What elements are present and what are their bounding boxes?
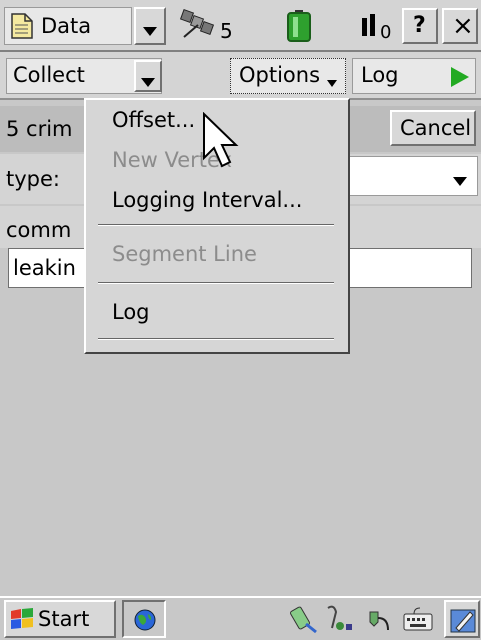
windows-flag-icon xyxy=(10,608,34,634)
chevron-down-icon xyxy=(453,171,467,190)
close-button[interactable]: × xyxy=(442,8,478,44)
document-icon xyxy=(11,13,33,39)
menu-separator xyxy=(98,282,334,284)
chevron-down-icon xyxy=(143,21,157,40)
options-label: Options xyxy=(239,63,321,87)
menu-item-offset[interactable]: Offset... xyxy=(112,110,195,131)
options-menu-button[interactable]: Options xyxy=(230,58,346,94)
menu-item-logging-interval[interactable]: Logging Interval... xyxy=(112,190,302,211)
menu-separator xyxy=(98,224,334,226)
battery-icon[interactable] xyxy=(286,10,312,42)
mouse-cursor-icon xyxy=(202,111,242,174)
signal-bars-icon xyxy=(362,14,376,40)
chevron-down-icon xyxy=(141,72,155,91)
cancel-button[interactable]: Cancel xyxy=(390,110,476,146)
log-label: Log xyxy=(361,63,399,87)
start-label: Start xyxy=(38,607,90,631)
menu-item-log[interactable]: Log xyxy=(112,302,150,323)
signal-status[interactable]: 0 xyxy=(360,8,396,44)
chevron-down-icon xyxy=(327,72,337,91)
input-panel-button[interactable] xyxy=(444,600,480,638)
app-menu-button[interactable]: Data xyxy=(4,7,132,45)
collect-dropdown-button[interactable] xyxy=(134,60,162,92)
help-label: ? xyxy=(413,13,426,38)
feature-header-text: 5 crim xyxy=(6,117,73,141)
keyboard-icon[interactable] xyxy=(402,606,434,636)
help-button[interactable]: ? xyxy=(402,8,438,44)
connectivity-button[interactable] xyxy=(122,600,166,638)
log-button[interactable]: Log xyxy=(352,58,476,94)
satellite-status[interactable]: 5 xyxy=(178,7,244,45)
close-icon: × xyxy=(452,11,474,41)
globe-icon xyxy=(132,608,158,636)
type-label: type: xyxy=(6,167,60,191)
app-menu-label: Data xyxy=(41,14,92,38)
comment-label: comm xyxy=(6,218,72,242)
play-icon xyxy=(451,67,469,91)
satellite-icon xyxy=(178,7,216,47)
collect-label: Collect xyxy=(13,63,85,87)
power-plug-icon[interactable] xyxy=(364,604,394,638)
satellite-count: 5 xyxy=(220,19,233,43)
app-menu-dropdown-button[interactable] xyxy=(134,7,166,45)
menu-item-segment-line: Segment Line xyxy=(112,242,257,266)
start-button[interactable]: Start xyxy=(4,600,116,638)
signal-value: 0 xyxy=(380,22,392,43)
comment-value: leakin xyxy=(13,256,76,280)
cancel-label: Cancel xyxy=(400,116,472,140)
menu-separator xyxy=(98,338,334,340)
system-tray xyxy=(284,600,440,638)
pen-icon xyxy=(450,606,476,638)
type-dropdown[interactable] xyxy=(328,156,478,196)
gps-receiver-icon[interactable] xyxy=(288,604,318,638)
antenna-icon[interactable] xyxy=(324,604,356,638)
